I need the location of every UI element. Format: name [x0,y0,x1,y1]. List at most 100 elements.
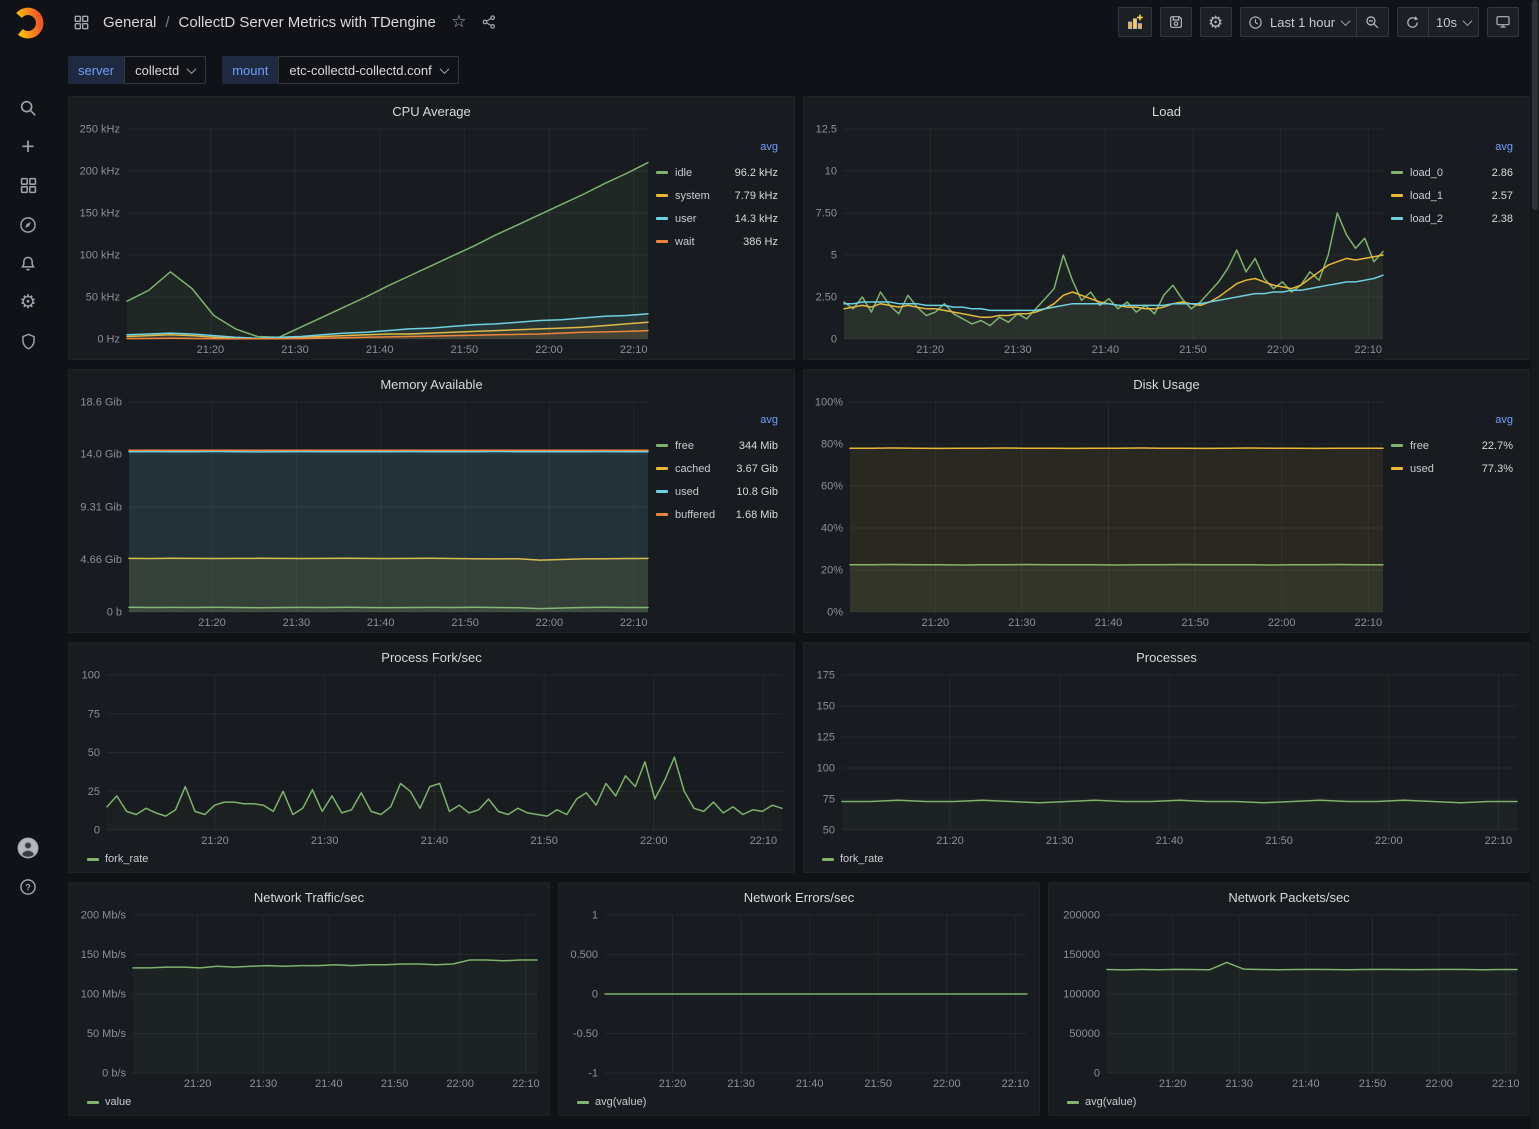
network-traffic-chart[interactable]: 0 b/s50 Mb/s100 Mb/s150 Mb/s200 Mb/s21:2… [73,907,545,1093]
panel-title[interactable]: Memory Available [69,370,794,394]
legend-item[interactable]: load_22.38 [1391,207,1513,230]
scrollbar-thumb[interactable] [1532,0,1538,210]
legend-item[interactable]: buffered1.68 Mib [656,503,778,526]
help-icon[interactable]: ? [8,867,48,906]
add-panel-button[interactable] [1118,7,1152,37]
svg-text:21:40: 21:40 [367,617,395,629]
dashboards-icon[interactable] [8,166,48,205]
search-icon[interactable] [8,88,48,127]
series-avg-value: 14.3 kHz [735,213,778,225]
configuration-gear-icon[interactable]: ⚙ [8,283,48,322]
legend-item[interactable]: cached3.67 Gib [656,457,778,480]
processes-chart[interactable]: 507510012515017521:2021:3021:4021:5022:0… [808,667,1525,850]
series-name: used [675,486,699,498]
create-plus-icon[interactable]: + [8,127,48,166]
variable-server[interactable]: server collectd [68,56,206,84]
series-color-swatch [656,467,668,470]
svg-text:1: 1 [592,910,598,922]
grafana-logo[interactable] [11,6,45,40]
series-avg-value: 10.8 Gib [736,486,778,498]
cycle-view-mode-button[interactable] [1487,7,1519,37]
svg-text:50 kHz: 50 kHz [86,292,120,304]
process-fork-legend: fork_rate [73,850,790,872]
dashboard-settings-button[interactable]: ⚙ [1200,7,1232,37]
legend-item[interactable]: fork_rate [87,853,148,865]
svg-text:21:20: 21:20 [184,1078,212,1090]
legend-item[interactable]: used 10.8 Gib [656,480,778,503]
process-fork-chart[interactable]: 025507510021:2021:3021:4021:5022:0022:10 [73,667,790,850]
server-admin-shield-icon[interactable] [8,322,48,361]
legend-item[interactable]: avg(value) [1067,1096,1136,1108]
series-avg-value: 7.79 kHz [735,190,778,202]
svg-text:21:30: 21:30 [1008,617,1036,629]
share-dashboard-button[interactable] [476,9,502,35]
variable-mount-value-dropdown[interactable]: etc-collectd-collectd.conf [278,56,458,84]
svg-text:22:00: 22:00 [535,344,563,356]
panel-title[interactable]: Disk Usage [804,370,1529,394]
page-scrollbar[interactable] [1531,0,1539,1129]
panel-title[interactable]: Network Packets/sec [1049,883,1529,907]
save-dashboard-button[interactable] [1160,7,1192,37]
legend-item[interactable]: used77.3% [1391,457,1513,480]
legend-avg-header[interactable]: avg [656,414,778,434]
svg-text:20%: 20% [821,565,843,577]
panel-title[interactable]: Network Traffic/sec [69,883,549,907]
legend-avg-header[interactable]: avg [656,141,778,161]
panel-title[interactable]: Processes [804,643,1529,667]
legend-item[interactable]: load_02.86 [1391,161,1513,184]
chevron-down-icon [439,64,449,74]
svg-text:100: 100 [817,763,835,775]
legend-item[interactable]: value [87,1096,131,1108]
legend-item[interactable]: free22.7% [1391,434,1513,457]
variable-server-value-dropdown[interactable]: collectd [124,56,206,84]
user-avatar[interactable] [8,828,48,867]
panel-title[interactable]: Network Errors/sec [559,883,1039,907]
time-range-picker[interactable]: Last 1 hour [1240,7,1357,37]
refresh-group: 10s [1397,7,1479,37]
svg-text:21:50: 21:50 [1359,1078,1387,1090]
dashboard-variables: server collectd mount etc-collectd-colle… [56,44,1539,88]
load-chart[interactable]: 02.5057.501012.521:2021:3021:4021:5022:0… [808,121,1391,359]
legend-item[interactable]: wait386 Hz [656,230,778,253]
legend-avg-header[interactable]: avg [1391,141,1513,161]
memory-available-chart[interactable]: 0 b4.66 Gib9.31 Gib14.0 Gib18.6 Gib21:20… [73,394,656,632]
legend-avg-header[interactable]: avg [1391,414,1513,434]
panel-title[interactable]: CPU Average [69,97,794,121]
legend-item[interactable]: fork_rate [822,853,883,865]
panel-cpu-average: CPU Average 0 Hz50 kHz100 kHz150 kHz200 … [68,96,795,360]
variable-server-label: server [68,56,124,84]
dashboard-grid-icon [68,9,94,35]
svg-text:21:30: 21:30 [727,1078,755,1090]
refresh-button[interactable] [1397,7,1429,37]
network-packets-chart[interactable]: 05000010000015000020000021:2021:3021:402… [1053,907,1525,1093]
svg-text:22:00: 22:00 [1267,344,1295,356]
refresh-interval-picker[interactable]: 10s [1429,7,1479,37]
svg-text:22:10: 22:10 [1485,835,1513,847]
zoom-out-button[interactable] [1357,7,1389,37]
svg-text:100 kHz: 100 kHz [80,250,120,262]
svg-text:0 b: 0 b [107,607,122,619]
star-dashboard-button[interactable]: ☆ [446,9,472,35]
alerting-bell-icon[interactable] [8,244,48,283]
panel-title[interactable]: Process Fork/sec [69,643,794,667]
legend-item[interactable]: system7.79 kHz [656,184,778,207]
legend-item[interactable]: avg(value) [577,1096,646,1108]
variable-mount[interactable]: mount etc-collectd-collectd.conf [222,56,458,84]
svg-text:0: 0 [94,825,100,837]
panel-title[interactable]: Load [804,97,1529,121]
legend-item[interactable]: idle96.2 kHz [656,161,778,184]
svg-text:150 Mb/s: 150 Mb/s [81,949,127,961]
legend-item[interactable]: free344 Mib [656,434,778,457]
disk-usage-chart[interactable]: 0%20%40%60%80%100%21:2021:3021:4021:5022… [808,394,1391,632]
network-errors-chart[interactable]: -1-0.5000.500121:2021:3021:4021:5022:002… [563,907,1035,1093]
svg-text:21:30: 21:30 [311,835,339,847]
cpu-average-chart[interactable]: 0 Hz50 kHz100 kHz150 kHz200 kHz250 kHz21… [73,121,656,359]
explore-compass-icon[interactable] [8,205,48,244]
svg-text:75: 75 [823,794,835,806]
svg-text:18.6 Gib: 18.6 Gib [80,397,122,409]
legend-item[interactable]: user14.3 kHz [656,207,778,230]
svg-text:150 kHz: 150 kHz [80,208,120,220]
breadcrumb-section[interactable]: General [103,14,156,31]
svg-text:22:10: 22:10 [512,1078,540,1090]
legend-item[interactable]: load_12.57 [1391,184,1513,207]
